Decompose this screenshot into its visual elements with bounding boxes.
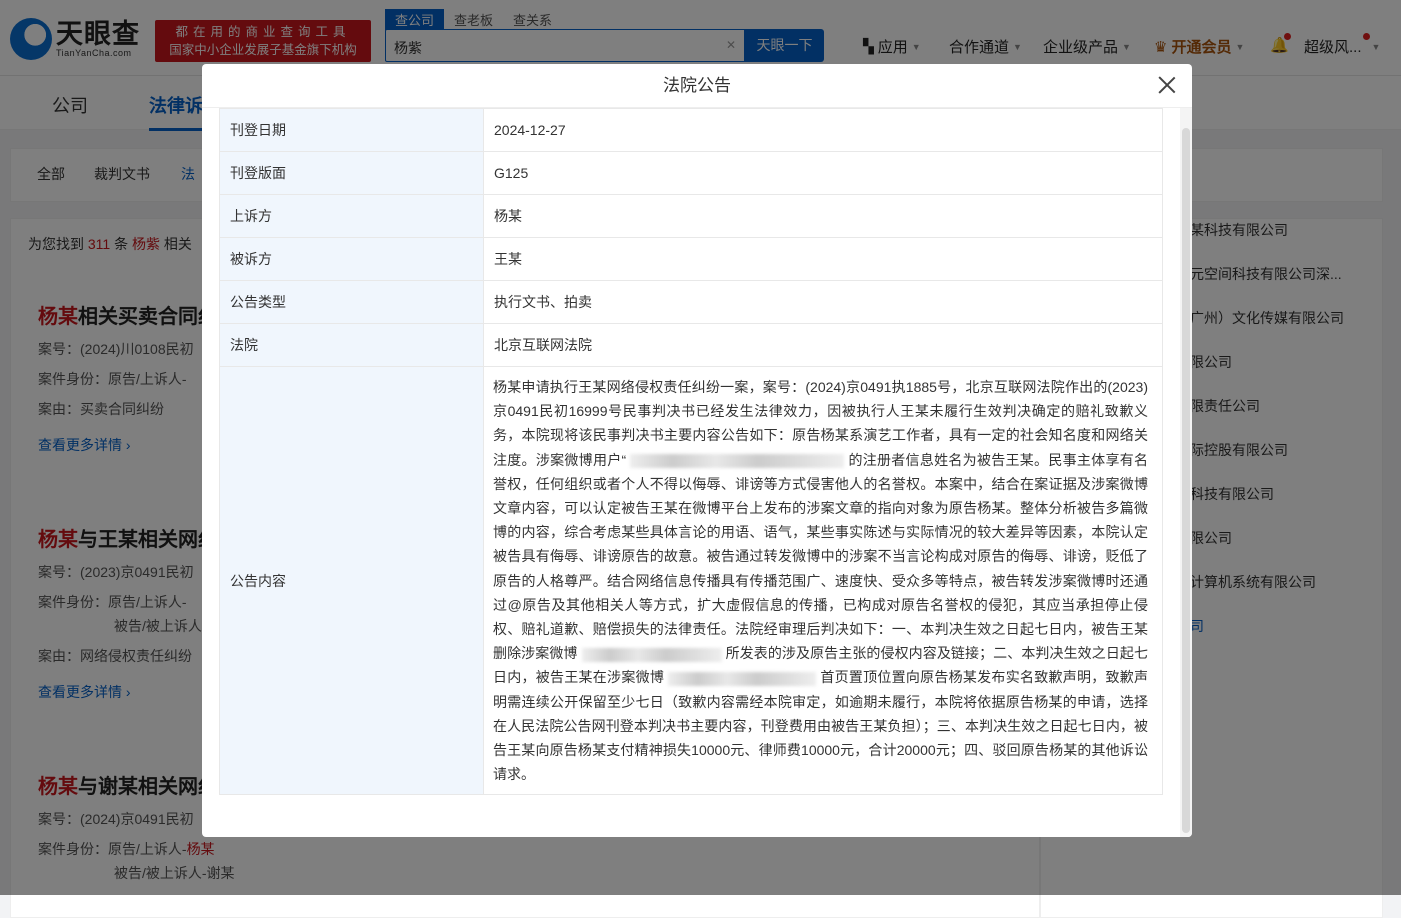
table-row: 公告类型 执行文书、拍卖 bbox=[219, 280, 1163, 324]
row-label: 上诉方 bbox=[219, 194, 484, 238]
row-value: 北京互联网法院 bbox=[483, 323, 1163, 367]
table-row: 刊登日期 2024-12-27 bbox=[219, 108, 1163, 152]
court-notice-modal: 法院公告 刊登日期 2024-12-27 刊登版面 G125 上诉方 杨某 被诉方 王某… bbox=[202, 64, 1192, 837]
redacted-text bbox=[581, 647, 722, 662]
row-value: 2024-12-27 bbox=[483, 108, 1163, 152]
modal-title: 法院公告 bbox=[202, 64, 1192, 108]
notice-content: 杨某申请执行王某网络侵权责任纠纷一案，案号：(2024)京0491执1885号，… bbox=[483, 365, 1163, 796]
row-label: 刊登版面 bbox=[219, 151, 484, 195]
redacted-text bbox=[668, 671, 817, 686]
table-row: 法院 北京互联网法院 bbox=[219, 323, 1163, 367]
close-icon[interactable] bbox=[1156, 74, 1178, 96]
row-label: 公告内容 bbox=[219, 365, 484, 796]
redacted-text bbox=[630, 453, 845, 468]
content-text: 的注册者信息姓名为被告王某。民事主体享有名誉权，任何组织或者个人不得以侮辱、诽谤… bbox=[493, 451, 1149, 662]
table-row: 公告内容 杨某申请执行王某网络侵权责任纠纷一案，案号：(2024)京0491执1… bbox=[219, 365, 1163, 796]
scrollbar-thumb[interactable] bbox=[1182, 128, 1190, 833]
row-value: 王某 bbox=[483, 237, 1163, 281]
content-text: 首页置顶位置向原告杨某发布实名致歉声明，致歉声明需连续公开保留至少七日（致歉内容… bbox=[493, 669, 1149, 783]
row-label: 公告类型 bbox=[219, 280, 484, 324]
table-row: 上诉方 杨某 bbox=[219, 194, 1163, 238]
row-label: 法院 bbox=[219, 323, 484, 367]
row-value: 执行文书、拍卖 bbox=[483, 280, 1163, 324]
row-label: 刊登日期 bbox=[219, 108, 484, 152]
row-value: G125 bbox=[483, 151, 1163, 195]
notice-table: 刊登日期 2024-12-27 刊登版面 G125 上诉方 杨某 被诉方 王某 公告类型… bbox=[219, 108, 1163, 796]
table-row: 刊登版面 G125 bbox=[219, 151, 1163, 195]
table-row: 被诉方 王某 bbox=[219, 237, 1163, 281]
row-label: 被诉方 bbox=[219, 237, 484, 281]
row-value: 杨某 bbox=[483, 194, 1163, 238]
